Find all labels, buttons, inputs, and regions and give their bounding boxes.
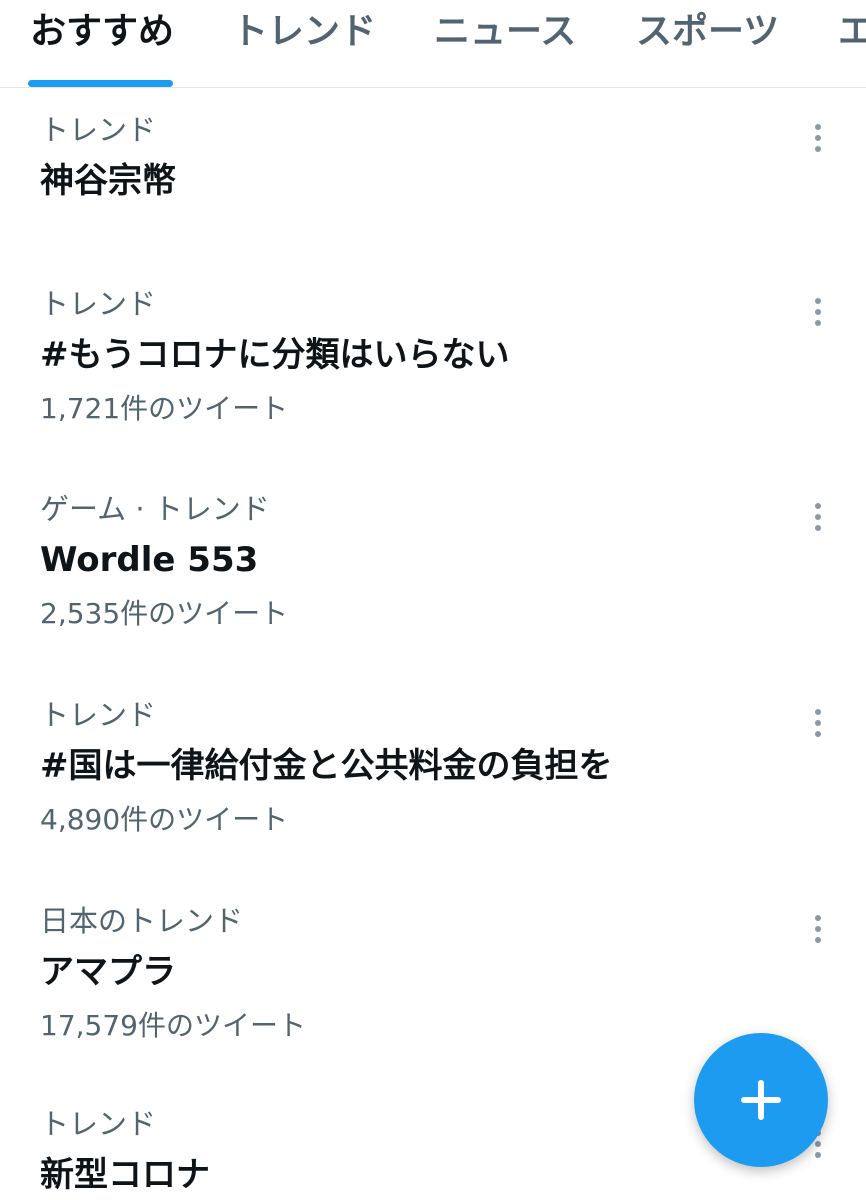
tab-bar: おすすめ トレンド ニュース スポーツ エ xyxy=(0,0,866,88)
trend-title: #国は一律給付金と公共料金の負担を xyxy=(40,746,613,786)
trend-tweet-count: 17,579件のツイート xyxy=(40,1009,306,1042)
tab-recommended[interactable]: おすすめ xyxy=(30,10,174,54)
trend-tweet-count: 4,890件のツイート xyxy=(40,803,289,836)
trend-title: Wordle 553 xyxy=(40,540,259,580)
trend-item[interactable]: トレンド #もうコロナに分類はいらない 1,721件のツイート xyxy=(0,286,866,466)
more-options-icon[interactable] xyxy=(798,495,838,539)
trend-item[interactable]: トレンド #国は一律給付金と公共料金の負担を 4,890件のツイート xyxy=(0,697,866,877)
trend-tweet-count: 1,721件のツイート xyxy=(40,392,289,425)
tab-news[interactable]: ニュース xyxy=(434,10,576,54)
trend-title: アマプラ xyxy=(40,952,176,992)
trend-context: トレンド xyxy=(40,287,157,321)
more-options-icon[interactable] xyxy=(798,116,838,160)
trend-context: 日本のトレンド xyxy=(40,904,244,938)
trend-context: トレンド xyxy=(40,698,157,732)
plus-icon xyxy=(741,1080,781,1120)
tab-trending[interactable]: トレンド xyxy=(232,10,376,54)
trend-tweet-count: 2,535件のツイート xyxy=(40,597,289,630)
compose-button[interactable] xyxy=(694,1033,828,1167)
trend-title: 新型コロナ xyxy=(40,1155,210,1195)
trend-context: ゲーム · トレンド xyxy=(40,492,270,526)
trend-context: トレンド xyxy=(40,1107,157,1141)
active-tab-indicator xyxy=(28,80,173,87)
trend-context: トレンド xyxy=(40,113,157,147)
more-options-icon[interactable] xyxy=(798,701,838,745)
trend-item[interactable]: ゲーム · トレンド Wordle 553 2,535件のツイート xyxy=(0,491,866,671)
trend-title: #もうコロナに分類はいらない xyxy=(40,335,510,375)
tab-entertainment[interactable]: エ xyxy=(838,10,866,54)
more-options-icon[interactable] xyxy=(798,290,838,334)
trend-title: 神谷宗幣 xyxy=(40,161,176,201)
more-options-icon[interactable] xyxy=(798,907,838,951)
tab-sports[interactable]: スポーツ xyxy=(636,10,779,54)
trend-item[interactable]: トレンド 神谷宗幣 xyxy=(0,112,866,282)
